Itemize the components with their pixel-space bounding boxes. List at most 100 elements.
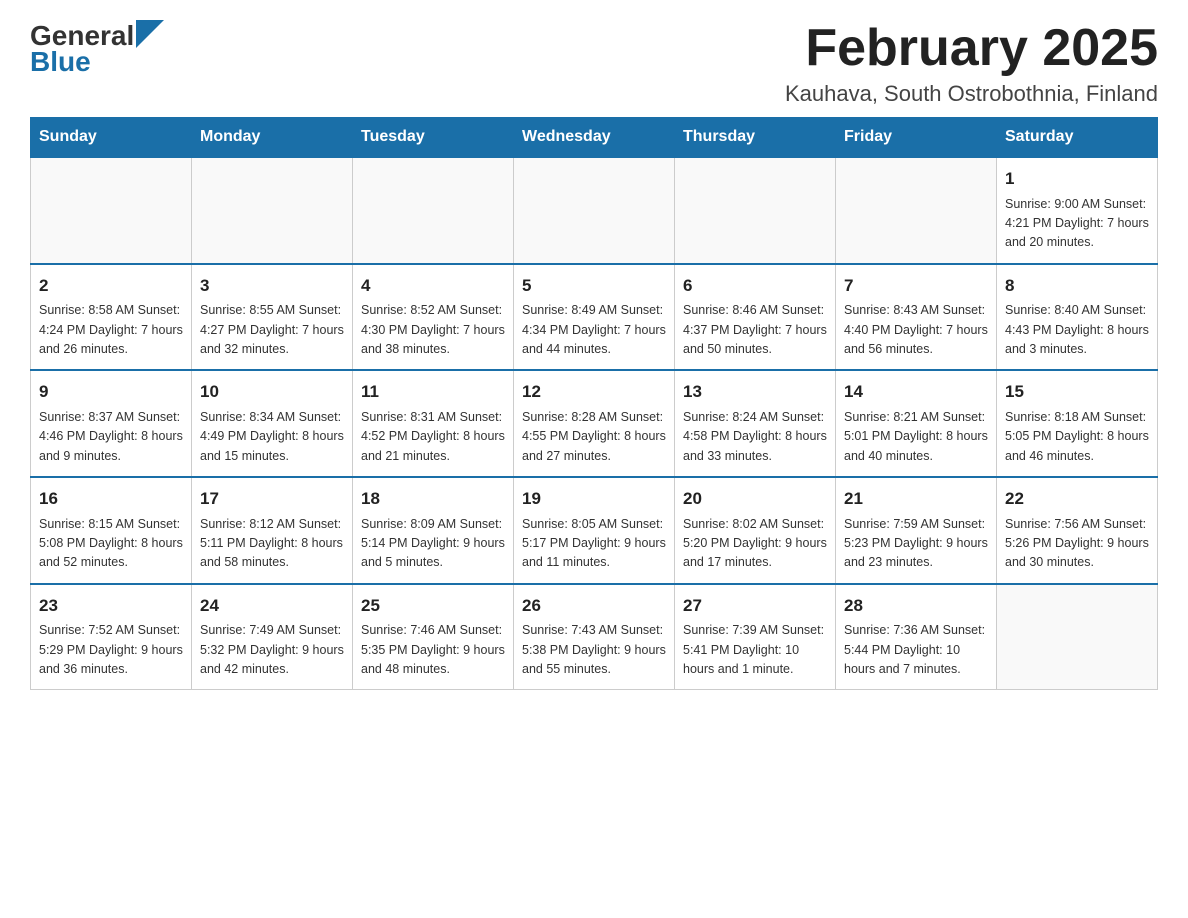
calendar-cell: [997, 584, 1158, 690]
day-number: 4: [361, 273, 505, 299]
week-row-5: 23Sunrise: 7:52 AM Sunset: 5:29 PM Dayli…: [31, 584, 1158, 690]
day-number: 2: [39, 273, 183, 299]
calendar-cell: [675, 157, 836, 264]
calendar-cell: [353, 157, 514, 264]
calendar-header-thursday: Thursday: [675, 118, 836, 158]
calendar-cell: 4Sunrise: 8:52 AM Sunset: 4:30 PM Daylig…: [353, 264, 514, 371]
calendar-header-friday: Friday: [836, 118, 997, 158]
calendar-cell: [836, 157, 997, 264]
day-number: 26: [522, 593, 666, 619]
day-number: 3: [200, 273, 344, 299]
calendar-cell: 21 Sunrise: 7:59 AM Sunset: 5:23 PM Dayli…: [836, 477, 997, 584]
day-info: Sunrise: 7:36 AM Sunset: 5:44 PM Dayligh…: [844, 621, 988, 679]
day-info: Sunrise: 7:49 AM Sunset: 5:32 PM Dayligh…: [200, 621, 344, 679]
calendar-cell: 7Sunrise: 8:43 AM Sunset: 4:40 PM Daylig…: [836, 264, 997, 371]
calendar-header-sunday: Sunday: [31, 118, 192, 158]
day-info: Sunrise: 8:05 AM Sunset: 5:17 PM Dayligh…: [522, 515, 666, 573]
day-info: Sunrise: 8:49 AM Sunset: 4:34 PM Dayligh…: [522, 301, 666, 359]
calendar-cell: 5Sunrise: 8:49 AM Sunset: 4:34 PM Daylig…: [514, 264, 675, 371]
day-info: Sunrise: 8:02 AM Sunset: 5:20 PM Dayligh…: [683, 515, 827, 573]
calendar-cell: 20 Sunrise: 8:02 AM Sunset: 5:20 PM Dayli…: [675, 477, 836, 584]
day-number: 10: [200, 379, 344, 405]
day-number: 17: [200, 486, 344, 512]
day-number: 28: [844, 593, 988, 619]
day-info: Sunrise: 8:18 AM Sunset: 5:05 PM Dayligh…: [1005, 408, 1149, 466]
day-info: Sunrise: 7:56 AM Sunset: 5:26 PM Dayligh…: [1005, 515, 1149, 573]
calendar-cell: [192, 157, 353, 264]
calendar-cell: 24Sunrise: 7:49 AM Sunset: 5:32 PM Dayli…: [192, 584, 353, 690]
calendar-cell: [514, 157, 675, 264]
page-header: General Blue February 2025 Kauhava, Sout…: [30, 20, 1158, 107]
day-number: 16: [39, 486, 183, 512]
day-number: 19: [522, 486, 666, 512]
day-info: Sunrise: 7:46 AM Sunset: 5:35 PM Dayligh…: [361, 621, 505, 679]
location-title: Kauhava, South Ostrobothnia, Finland: [785, 81, 1158, 107]
calendar-cell: 13Sunrise: 8:24 AM Sunset: 4:58 PM Dayli…: [675, 370, 836, 477]
day-info: Sunrise: 7:39 AM Sunset: 5:41 PM Dayligh…: [683, 621, 827, 679]
day-number: 15: [1005, 379, 1149, 405]
calendar-cell: 1Sunrise: 9:00 AM Sunset: 4:21 PM Daylig…: [997, 157, 1158, 264]
day-info: Sunrise: 7:52 AM Sunset: 5:29 PM Dayligh…: [39, 621, 183, 679]
calendar-cell: 19 Sunrise: 8:05 AM Sunset: 5:17 PM Dayli…: [514, 477, 675, 584]
calendar-cell: 6Sunrise: 8:46 AM Sunset: 4:37 PM Daylig…: [675, 264, 836, 371]
calendar-cell: 16 Sunrise: 8:15 AM Sunset: 5:08 PM Dayli…: [31, 477, 192, 584]
day-number: 20: [683, 486, 827, 512]
week-row-3: 9 Sunrise: 8:37 AM Sunset: 4:46 PM Daylig…: [31, 370, 1158, 477]
day-info: Sunrise: 8:58 AM Sunset: 4:24 PM Dayligh…: [39, 301, 183, 359]
calendar-cell: [31, 157, 192, 264]
week-row-4: 16 Sunrise: 8:15 AM Sunset: 5:08 PM Dayli…: [31, 477, 1158, 584]
day-number: 22: [1005, 486, 1149, 512]
title-section: February 2025 Kauhava, South Ostrobothni…: [785, 20, 1158, 107]
day-info: Sunrise: 7:59 AM Sunset: 5:23 PM Dayligh…: [844, 515, 988, 573]
calendar-cell: 25Sunrise: 7:46 AM Sunset: 5:35 PM Dayli…: [353, 584, 514, 690]
day-info: Sunrise: 8:37 AM Sunset: 4:46 PM Dayligh…: [39, 408, 183, 466]
calendar-header-row: SundayMondayTuesdayWednesdayThursdayFrid…: [31, 118, 1158, 158]
day-info: Sunrise: 8:31 AM Sunset: 4:52 PM Dayligh…: [361, 408, 505, 466]
calendar-cell: 22 Sunrise: 7:56 AM Sunset: 5:26 PM Dayli…: [997, 477, 1158, 584]
day-info: Sunrise: 8:52 AM Sunset: 4:30 PM Dayligh…: [361, 301, 505, 359]
day-number: 18: [361, 486, 505, 512]
day-info: Sunrise: 8:40 AM Sunset: 4:43 PM Dayligh…: [1005, 301, 1149, 359]
day-info: Sunrise: 7:43 AM Sunset: 5:38 PM Dayligh…: [522, 621, 666, 679]
calendar-cell: 28Sunrise: 7:36 AM Sunset: 5:44 PM Dayli…: [836, 584, 997, 690]
day-info: Sunrise: 8:09 AM Sunset: 5:14 PM Dayligh…: [361, 515, 505, 573]
day-number: 23: [39, 593, 183, 619]
day-number: 5: [522, 273, 666, 299]
day-info: Sunrise: 8:15 AM Sunset: 5:08 PM Dayligh…: [39, 515, 183, 573]
calendar-table: SundayMondayTuesdayWednesdayThursdayFrid…: [30, 117, 1158, 690]
day-number: 8: [1005, 273, 1149, 299]
calendar-cell: 18 Sunrise: 8:09 AM Sunset: 5:14 PM Dayli…: [353, 477, 514, 584]
day-number: 13: [683, 379, 827, 405]
day-info: Sunrise: 8:12 AM Sunset: 5:11 PM Dayligh…: [200, 515, 344, 573]
day-number: 27: [683, 593, 827, 619]
day-info: Sunrise: 8:34 AM Sunset: 4:49 PM Dayligh…: [200, 408, 344, 466]
day-number: 12: [522, 379, 666, 405]
calendar-cell: 2Sunrise: 8:58 AM Sunset: 4:24 PM Daylig…: [31, 264, 192, 371]
calendar-cell: 15 Sunrise: 8:18 AM Sunset: 5:05 PM Dayli…: [997, 370, 1158, 477]
calendar-header-tuesday: Tuesday: [353, 118, 514, 158]
logo-triangle-icon: [136, 20, 164, 48]
day-info: Sunrise: 8:21 AM Sunset: 5:01 PM Dayligh…: [844, 408, 988, 466]
day-info: Sunrise: 8:43 AM Sunset: 4:40 PM Dayligh…: [844, 301, 988, 359]
calendar-cell: 3Sunrise: 8:55 AM Sunset: 4:27 PM Daylig…: [192, 264, 353, 371]
calendar-cell: 27Sunrise: 7:39 AM Sunset: 5:41 PM Dayli…: [675, 584, 836, 690]
calendar-header-wednesday: Wednesday: [514, 118, 675, 158]
day-number: 9: [39, 379, 183, 405]
day-number: 24: [200, 593, 344, 619]
week-row-1: 1Sunrise: 9:00 AM Sunset: 4:21 PM Daylig…: [31, 157, 1158, 264]
calendar-cell: 11 Sunrise: 8:31 AM Sunset: 4:52 PM Dayli…: [353, 370, 514, 477]
calendar-header-saturday: Saturday: [997, 118, 1158, 158]
calendar-cell: 17 Sunrise: 8:12 AM Sunset: 5:11 PM Dayli…: [192, 477, 353, 584]
day-number: 25: [361, 593, 505, 619]
logo: General Blue: [30, 20, 164, 78]
week-row-2: 2Sunrise: 8:58 AM Sunset: 4:24 PM Daylig…: [31, 264, 1158, 371]
day-number: 1: [1005, 166, 1149, 192]
day-number: 21: [844, 486, 988, 512]
day-number: 14: [844, 379, 988, 405]
day-number: 11: [361, 379, 505, 405]
calendar-header-monday: Monday: [192, 118, 353, 158]
calendar-cell: 8Sunrise: 8:40 AM Sunset: 4:43 PM Daylig…: [997, 264, 1158, 371]
calendar-cell: 10 Sunrise: 8:34 AM Sunset: 4:49 PM Dayli…: [192, 370, 353, 477]
logo-blue-text: Blue: [30, 46, 91, 78]
calendar-cell: 23Sunrise: 7:52 AM Sunset: 5:29 PM Dayli…: [31, 584, 192, 690]
